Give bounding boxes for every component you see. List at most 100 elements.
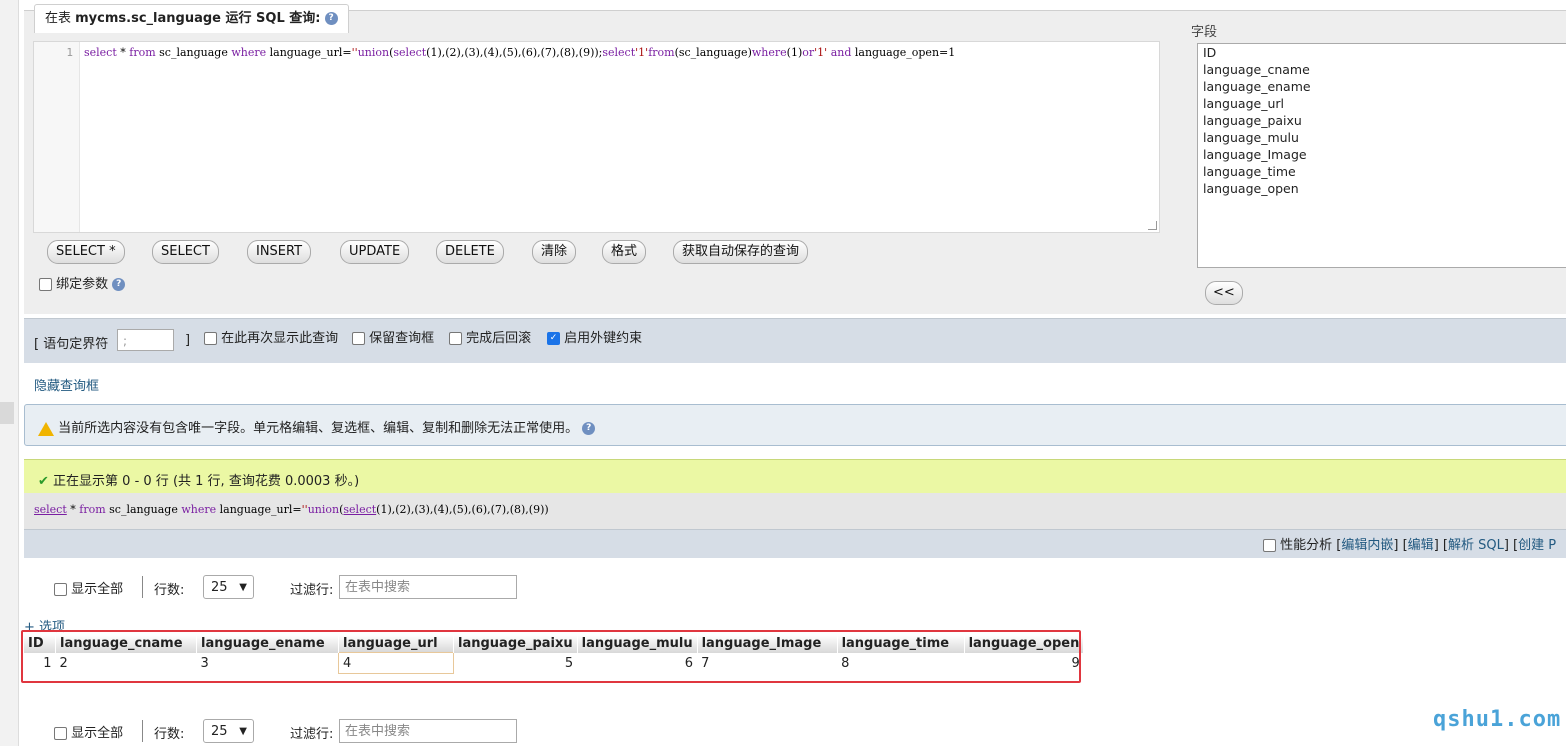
field-option[interactable]: ID [1198,44,1566,61]
show-again-checkbox[interactable] [204,332,217,345]
left-sidebar-strip [0,0,19,746]
sql-token: union [307,503,340,516]
field-option[interactable]: language_time [1198,163,1566,180]
sql-token: (1) [786,46,803,59]
separator [142,576,143,598]
field-option[interactable]: language_ename [1198,78,1566,95]
sql-token: * [66,503,80,516]
field-option[interactable]: language_mulu [1198,129,1566,146]
filter-input[interactable]: 在表中搜索 [339,719,517,743]
sql-token: where [181,503,217,516]
field-option[interactable]: language_open [1198,180,1566,197]
sql-token: * [116,46,130,59]
fk-label: 启用外键约束 [564,331,643,346]
watermark-text: qshu1.com [1433,707,1562,732]
retain-box-label: 保留查询框 [369,331,435,346]
filter-input[interactable]: 在表中搜索 [339,575,517,599]
field-option[interactable]: language_Image [1198,146,1566,163]
insert-field-button[interactable]: << [1205,281,1243,305]
bind-params-checkbox[interactable] [39,278,52,291]
sql-token: (1),(2),(3),(4),(5),(6),(7),(8),(9)); [426,46,603,59]
fk-checkbox[interactable]: ✓ [547,332,560,345]
sql-token: '1' [635,46,649,59]
title-prefix: 在表 [45,11,76,26]
help-icon[interactable]: ? [112,278,126,291]
sql-token: sc_language [105,503,182,516]
field-option[interactable]: language_url [1198,95,1566,112]
explain-sql-link[interactable]: 解析 SQL [1448,538,1504,553]
rows-select-value: 25 [211,724,228,739]
highlight-box [21,630,1081,683]
query-panel-title: 在表 mycms.sc_language 运行 SQL 查询: ? [34,4,349,33]
rollback-label: 完成后回滚 [466,331,532,346]
success-text: 正在显示第 0 - 0 行 (共 1 行, 查询花费 0.0003 秒。) [53,474,360,489]
create-php-link[interactable]: 创建 P [1518,538,1556,553]
update-button[interactable]: UPDATE [340,240,410,264]
show-all-checkbox[interactable] [54,727,67,740]
sql-code-text[interactable]: select * from sc_language where language… [84,46,955,59]
sql-editor[interactable]: 1 select * from sc_language where langua… [33,41,1160,233]
select-button[interactable]: SELECT [152,240,219,264]
notice-text: 当前所选内容没有包含唯一字段。单元格编辑、复选框、编辑、复制和删除无法正常使用。 [58,421,579,436]
sql-token: language_url= [266,46,352,59]
sql-token: from [129,46,156,59]
sql-token: (1),(2),(3),(4),(5),(6),(7),(8),(9)) [376,503,549,516]
rows-select[interactable]: 25 ▼ [203,719,254,743]
filter-label: 过滤行: [290,583,334,598]
sql-token: from [648,46,675,59]
hide-query-box-link[interactable]: 隐藏查询框 [34,375,99,394]
table-name: mycms.sc_language [75,11,221,26]
filter-label: 过滤行: [290,727,334,742]
warning-icon [38,421,54,436]
sql-token: and [830,46,852,59]
sidebar-collapse-handle[interactable] [0,402,14,424]
help-icon[interactable]: ? [324,12,338,25]
rollback-checkbox[interactable] [449,332,462,345]
edit-inline-link[interactable]: 编辑内嵌 [1341,538,1393,553]
delimiter-input[interactable]: ; [117,329,174,351]
sql-token: where [751,46,787,59]
bind-params-row: 绑定参数 ? [39,273,126,292]
sql-token: '1' [814,46,828,59]
field-option[interactable]: language_cname [1198,61,1566,78]
sql-token: (sc_language) [674,46,752,59]
insert-button[interactable]: INSERT [247,240,312,264]
format-button[interactable]: 格式 [602,240,647,264]
sql-token: union [357,46,390,59]
profiling-checkbox[interactable] [1263,539,1276,552]
retain-box-checkbox[interactable] [352,332,365,345]
show-all-checkbox[interactable] [54,583,67,596]
select-star-button[interactable]: SELECT * [47,240,125,264]
executed-sql-text: select * from sc_language where language… [34,503,549,516]
delimiter-label: [ 语句定界符 [34,337,109,352]
autosaved-query-button[interactable]: 获取自动保存的查询 [673,240,809,264]
clear-button[interactable]: 清除 [532,240,577,264]
sql-token: language_url= [216,503,302,516]
rollback-option: 完成后回滚 [449,327,531,346]
rows-select[interactable]: 25 ▼ [203,575,254,599]
resize-handle-icon[interactable] [1148,221,1157,230]
show-all-label: 显示全部 [71,726,124,741]
help-icon[interactable]: ? [582,422,596,435]
delete-button[interactable]: DELETE [436,240,504,264]
sql-token: select [393,46,427,59]
bracket: ] [ [1393,538,1408,553]
success-row: ✔ 正在显示第 0 - 0 行 (共 1 行, 查询花费 0.0003 秒。) [38,470,359,489]
rows-label: 行数: [154,727,185,742]
sql-token: where [231,46,267,59]
executed-sql-box: select * from sc_language where language… [24,493,1566,529]
sql-token: select [34,503,67,516]
retain-box-option: 保留查询框 [352,327,434,346]
sql-token: select [84,46,117,59]
edit-link[interactable]: 编辑 [1408,538,1434,553]
chevron-down-icon: ▼ [239,726,247,737]
bracket: ] [ [1433,538,1448,553]
sql-token: or [802,46,815,59]
delimiter-close: ] [185,333,191,348]
fields-listbox[interactable]: ID language_cname language_ename languag… [1197,43,1566,268]
sql-token: select [343,503,377,516]
line-number: 1 [66,46,73,59]
show-all-label: 显示全部 [71,582,124,597]
rows-label: 行数: [154,583,185,598]
field-option[interactable]: language_paixu [1198,112,1566,129]
